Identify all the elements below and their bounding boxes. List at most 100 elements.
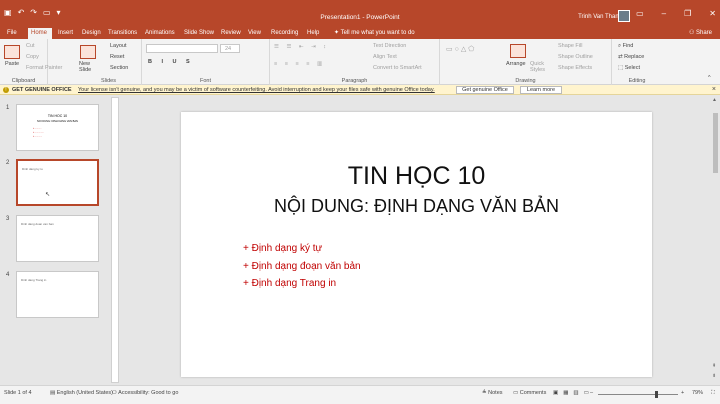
view-buttons[interactable]: ▣▦▥▭ <box>553 390 594 396</box>
tell-me-box[interactable]: ✦ Tell me what you want to do <box>334 28 415 39</box>
slide-title[interactable]: TIN HỌC 10 <box>181 162 652 191</box>
previous-slide-icon[interactable]: ⇞ <box>712 363 716 369</box>
thumbnail-bullet: + ........... <box>33 136 42 138</box>
tab-help[interactable]: Help <box>304 28 322 39</box>
font-size-combo[interactable]: 24 <box>220 44 240 53</box>
zoom-level[interactable]: 79% <box>692 390 703 396</box>
minimize-icon[interactable]: – <box>662 9 666 18</box>
maximize-icon[interactable]: ❐ <box>684 9 691 18</box>
thumbnail-number: 3 <box>6 216 10 222</box>
group-slides: New Slide Layout Reset Section Slides <box>76 39 142 85</box>
thumbnail-bullet: + .......... <box>33 128 42 130</box>
avatar[interactable] <box>618 10 630 22</box>
shape-fill-button[interactable]: Shape Fill <box>558 43 582 49</box>
status-bar: Slide 1 of 4 ▤ English (United States) ⚆… <box>0 385 720 404</box>
layout-button[interactable]: Layout <box>110 43 127 49</box>
tab-animations[interactable]: Animations <box>142 28 178 39</box>
zoom-slider[interactable] <box>598 394 678 395</box>
convert-smartart-button[interactable]: Convert to SmartArt <box>373 65 422 71</box>
next-slide-icon[interactable]: ⇟ <box>712 373 716 379</box>
comments-button[interactable]: ▭ Comments <box>513 390 546 396</box>
ribbon: Paste Cut Copy Format Painter Clipboard … <box>0 39 720 85</box>
tab-slide-show[interactable]: Slide Show <box>181 28 217 39</box>
find-button[interactable]: ⌕ Find <box>618 43 633 50</box>
tab-recording[interactable]: Recording <box>268 28 301 39</box>
slide-bullet-list[interactable]: + Định dạng ký tự + Định dạng đoạn văn b… <box>243 240 361 293</box>
accessibility-status[interactable]: ⚆ Accessibility: Good to go <box>112 390 178 396</box>
learn-more-button[interactable]: Learn more <box>520 86 562 94</box>
vertical-scrollbar[interactable]: ▲ ⇞ ⇟ <box>711 95 720 385</box>
slide-thumbnail-3[interactable]: Dinh dang doan van ban <box>16 215 99 262</box>
select-button[interactable]: ⬚ Select <box>618 65 640 71</box>
scrollbar-thumb[interactable] <box>713 113 718 173</box>
share-button[interactable]: ⚇ Share <box>689 28 712 39</box>
shape-effects-button[interactable]: Shape Effects <box>558 65 592 71</box>
section-button[interactable]: Section <box>110 65 128 71</box>
tab-transitions[interactable]: Transitions <box>105 28 140 39</box>
slide-canvas[interactable]: TIN HỌC 10 NỘI DUNG: ĐỊNH DẠNG VĂN BẢN +… <box>181 112 652 377</box>
format-painter-button[interactable]: Format Painter <box>26 65 62 71</box>
zoom-out-icon[interactable]: – <box>590 390 593 396</box>
copy-button[interactable]: Copy <box>26 54 39 60</box>
group-clipboard: Paste Cut Copy Format Painter Clipboard <box>0 39 62 85</box>
get-genuine-button[interactable]: Get genuine Office <box>456 86 514 94</box>
tab-insert[interactable]: Insert <box>55 28 76 39</box>
new-slide-icon[interactable] <box>80 45 96 59</box>
zoom-slider-handle[interactable] <box>655 391 658 398</box>
language-status[interactable]: ▤ English (United States) <box>50 390 113 396</box>
slide-thumbnail-pane: 1 TIN HOC 10 NOI DUNG: DINH DANG VAN BAN… <box>0 95 108 385</box>
vertical-ruler <box>111 97 119 383</box>
language-label: English (United States) <box>56 390 113 396</box>
tab-view[interactable]: View <box>245 28 264 39</box>
paste-button[interactable]: Paste <box>5 61 19 67</box>
zoom-in-icon[interactable]: + <box>681 390 684 396</box>
quick-styles-button[interactable]: Quick Styles <box>530 61 550 73</box>
font-label: Font <box>199 78 211 84</box>
new-slide-button[interactable]: New Slide <box>79 61 103 73</box>
tab-file[interactable]: File <box>4 28 20 39</box>
tab-home[interactable]: Home <box>28 28 52 39</box>
thumbnail-number: 4 <box>6 272 10 278</box>
notes-button[interactable]: ≜ Notes <box>482 390 503 396</box>
font-size-value: 24 <box>225 46 232 52</box>
close-icon[interactable]: × <box>712 86 716 93</box>
collapse-ribbon-icon[interactable]: ^ <box>708 75 711 81</box>
thumbnail-text: Dinh dang Trang in <box>21 278 47 282</box>
infobar-message[interactable]: Your license isn't genuine, and you may … <box>78 87 435 93</box>
shape-outline-button[interactable]: Shape Outline <box>558 54 593 60</box>
info-icon: ! <box>3 87 9 93</box>
list-buttons[interactable]: ☰ ☰ ⇤ ⇥ ↕ <box>274 44 329 50</box>
arrange-button[interactable]: Arrange <box>506 61 526 67</box>
replace-button[interactable]: ⇄ Replace <box>618 54 644 60</box>
font-name-combo[interactable] <box>146 44 218 53</box>
ribbon-display-icon[interactable]: ▭ <box>636 9 644 18</box>
paste-icon[interactable] <box>4 45 20 59</box>
scroll-up-icon[interactable]: ▲ <box>712 97 717 103</box>
fit-slide-icon[interactable]: ⛶ <box>711 390 715 397</box>
slide-thumbnail-4[interactable]: Dinh dang Trang in <box>16 271 99 318</box>
genuine-office-bar: ! GET GENUINE OFFICE Your license isn't … <box>0 85 720 95</box>
slide-thumbnail-1[interactable]: TIN HOC 10 NOI DUNG: DINH DANG VAN BAN +… <box>16 104 99 151</box>
shapes-gallery[interactable]: ▭○△⬠ <box>446 45 476 53</box>
ribbon-tabs: File Home Insert Design Transitions Anim… <box>0 27 720 39</box>
slide-subtitle[interactable]: NỘI DUNG: ĐỊNH DẠNG VĂN BẢN <box>181 196 652 217</box>
align-text-button[interactable]: Align Text <box>373 54 397 60</box>
text-direction-button[interactable]: Text Direction <box>373 43 406 49</box>
thumbnail-subtitle: NOI DUNG: DINH DANG VAN BAN <box>37 120 78 123</box>
arrange-icon[interactable] <box>510 44 526 58</box>
clipboard-label: Clipboard <box>11 78 36 84</box>
align-buttons[interactable]: ≡ ≡ ≡ ≡ ▥ <box>274 61 325 67</box>
tab-design[interactable]: Design <box>79 28 104 39</box>
thumbnail-text: Dinh dang doan van ban <box>21 222 54 226</box>
slide-counter: Slide 1 of 4 <box>4 390 32 396</box>
tab-review[interactable]: Review <box>218 28 244 39</box>
font-format-buttons[interactable]: B I U S <box>148 59 194 65</box>
person-icon: ⚇ <box>688 30 696 36</box>
drawing-label: Drawing <box>515 78 536 84</box>
cut-button[interactable]: Cut <box>26 43 35 49</box>
reset-button[interactable]: Reset <box>110 54 124 60</box>
close-icon[interactable]: ✕ <box>709 9 716 18</box>
slide-thumbnail-2[interactable]: Dinh dang ky tu ↖ <box>16 159 99 206</box>
lightbulb-icon: ✦ <box>334 30 341 36</box>
user-name[interactable]: Trinh Van Thanh <box>578 14 622 20</box>
